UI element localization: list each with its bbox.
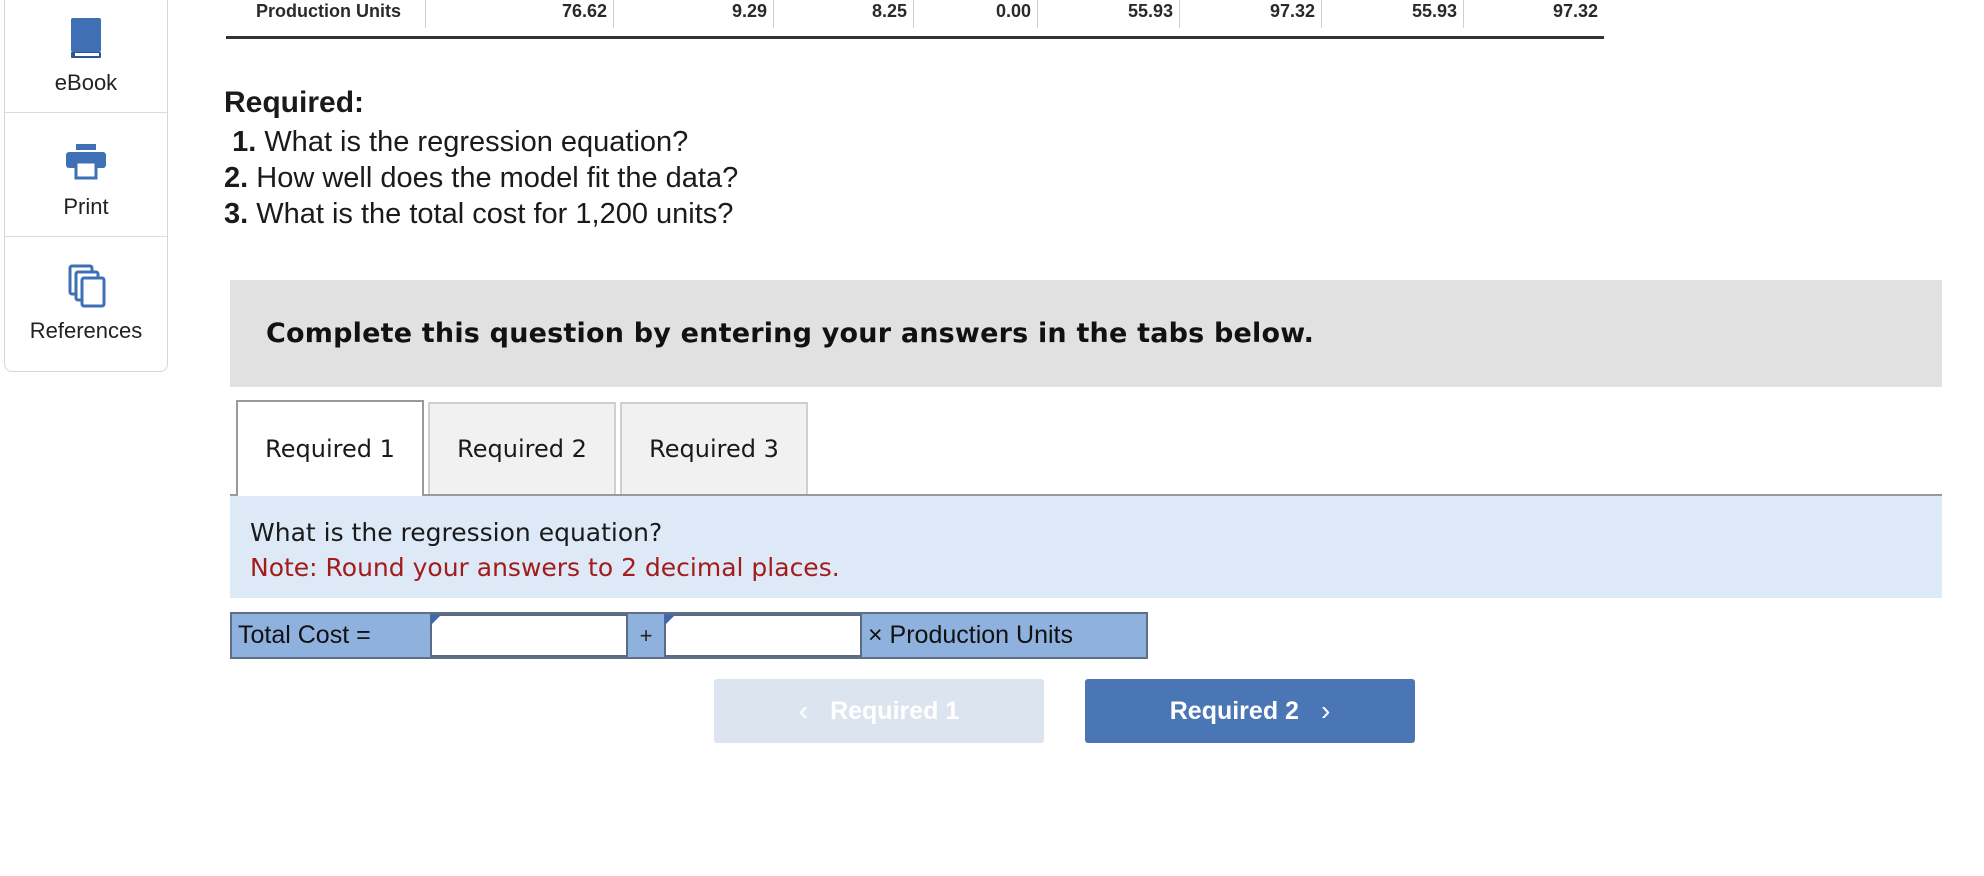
table-cell: 55.93 bbox=[1322, 0, 1464, 28]
required-item-text: What is the regression equation? bbox=[264, 126, 689, 158]
required-item: 2. How well does the model fit the data? bbox=[224, 160, 738, 196]
rounding-note: Note: Round your answers to 2 decimal pl… bbox=[250, 553, 840, 582]
tab-bar: Required 1 Required 2 Required 3 bbox=[230, 400, 1942, 496]
sidebar-item-ebook[interactable]: eBook bbox=[5, 0, 167, 113]
chevron-right-icon: › bbox=[1320, 695, 1331, 726]
production-units-label: × Production Units bbox=[868, 621, 1073, 649]
question-text: What is the regression equation? bbox=[250, 518, 663, 547]
required-item-number: 1. bbox=[232, 126, 257, 158]
slope-input[interactable] bbox=[664, 614, 862, 657]
regression-equation-row: Total Cost = + × Production Units bbox=[230, 612, 1148, 659]
required-item-text: How well does the model fit the data? bbox=[256, 162, 739, 194]
printer-icon bbox=[64, 140, 108, 184]
sidebar-item-references[interactable]: References bbox=[5, 237, 167, 361]
question-panel: What is the regression equation? Note: R… bbox=[230, 496, 1942, 598]
next-required-button[interactable]: Required 2 › bbox=[1085, 679, 1415, 743]
tab-required-1[interactable]: Required 1 bbox=[236, 400, 424, 496]
data-table-row: Production Units 76.62 9.29 8.25 0.00 55… bbox=[226, 0, 1604, 39]
sidebar-item-label: Print bbox=[63, 193, 109, 219]
required-list: Required: 1. What is the regression equa… bbox=[224, 86, 738, 232]
table-cell: 0.00 bbox=[914, 0, 1038, 28]
book-icon bbox=[64, 16, 108, 60]
previous-button-label: Required 1 bbox=[830, 696, 960, 725]
required-item-text: What is the total cost for 1,200 units? bbox=[256, 198, 734, 230]
sidebar-item-print[interactable]: Print bbox=[5, 113, 167, 237]
sidebar-item-label: eBook bbox=[54, 69, 118, 95]
table-cell: 97.32 bbox=[1552, 1, 1598, 21]
table-cell: 55.93 bbox=[1038, 0, 1180, 28]
plus-sign: + bbox=[639, 622, 653, 648]
tab-required-2[interactable]: Required 2 bbox=[428, 402, 616, 494]
required-item: 1. What is the regression equation? bbox=[224, 124, 738, 160]
chevron-left-icon: ‹ bbox=[798, 695, 809, 726]
table-cell: 76.62 bbox=[426, 0, 614, 28]
row-label: Production Units bbox=[226, 0, 426, 28]
instruction-banner: Complete this question by entering your … bbox=[230, 280, 1942, 387]
sidebar: eBook Print References bbox=[4, 0, 168, 372]
required-heading: Required: bbox=[224, 86, 365, 119]
table-cell: 8.25 bbox=[774, 0, 914, 28]
intercept-input[interactable] bbox=[430, 614, 628, 657]
required-item-number: 3. bbox=[224, 198, 249, 230]
next-button-label: Required 2 bbox=[1169, 696, 1299, 725]
tab-required-3[interactable]: Required 3 bbox=[620, 402, 808, 494]
table-cell: 97.32 bbox=[1180, 0, 1322, 28]
copy-icon bbox=[64, 264, 108, 308]
sidebar-item-label: References bbox=[29, 318, 143, 343]
required-item: 3. What is the total cost for 1,200 unit… bbox=[224, 196, 738, 232]
required-item-number: 2. bbox=[224, 162, 249, 194]
table-cell: 9.29 bbox=[614, 0, 774, 28]
total-cost-label: Total Cost = bbox=[238, 621, 371, 649]
instruction-text: Complete this question by entering your … bbox=[266, 318, 1315, 349]
previous-required-button[interactable]: ‹ Required 1 bbox=[714, 679, 1044, 743]
